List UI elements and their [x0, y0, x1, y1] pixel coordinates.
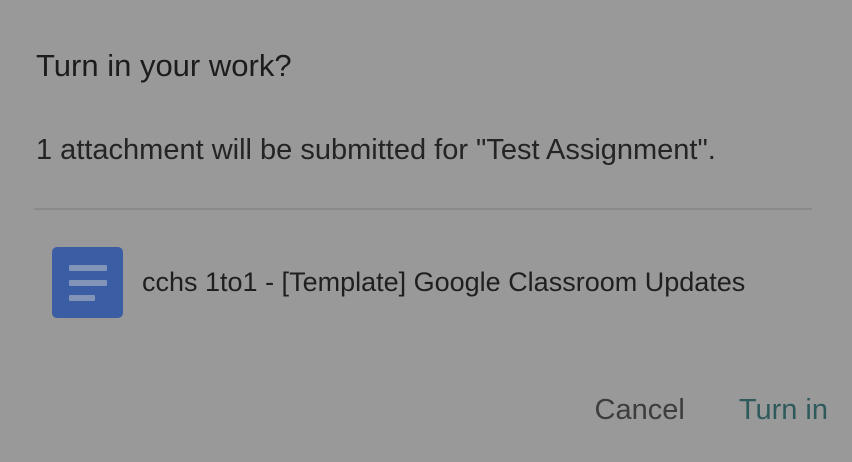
google-docs-icon — [52, 246, 123, 318]
attachment-name: cchs 1to1 - [Template] Google Classroom … — [142, 267, 746, 297]
attachment-item[interactable]: cchs 1to1 - [Template] Google Classroom … — [52, 246, 832, 318]
dialog-title: Turn in your work? — [36, 48, 292, 83]
divider — [34, 208, 812, 210]
dialog-message: 1 attachment will be submitted for "Test… — [36, 134, 716, 166]
cancel-button[interactable]: Cancel — [595, 388, 685, 432]
turn-in-dialog: Turn in your work? 1 attachment will be … — [0, 0, 852, 462]
turn-in-button[interactable]: Turn in — [739, 388, 828, 432]
dialog-actions: Cancel Turn in — [595, 388, 828, 432]
